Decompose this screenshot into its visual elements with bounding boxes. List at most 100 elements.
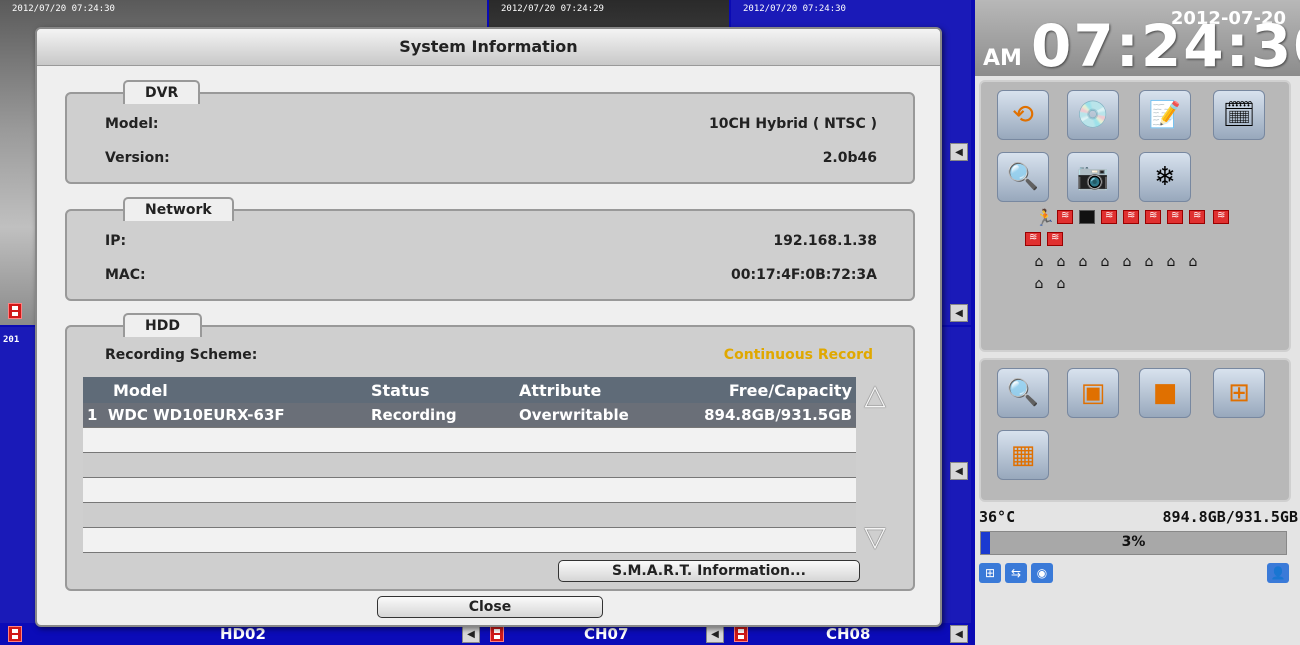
alarm-icon	[1213, 210, 1229, 224]
lock-icon: ⌂	[1034, 276, 1044, 292]
alarm-icon	[1057, 210, 1073, 224]
column-header-status: Status	[367, 377, 515, 403]
model-value: 10CH Hybrid ( NTSC )	[709, 116, 877, 132]
clock-ampm: AM	[983, 46, 1022, 71]
table-row[interactable]	[83, 477, 856, 503]
channel-label: CH08	[826, 625, 871, 643]
lock-icon: ⌂	[1122, 254, 1132, 270]
zoom-icon[interactable]: 🔍	[997, 368, 1049, 418]
channel-label: CH07	[584, 625, 629, 643]
lock-icon: ⌂	[1166, 254, 1176, 270]
speaker-icon[interactable]: ◀	[462, 625, 480, 643]
search-event-icon[interactable]: 🗓	[1213, 90, 1265, 140]
record-indicator-icon	[8, 303, 22, 319]
model-key: Model:	[105, 116, 159, 132]
mac-value: 00:17:4F:0B:72:3A	[731, 267, 877, 283]
scroll-up-icon[interactable]: △	[860, 378, 890, 411]
dvr-group-label: DVR	[123, 80, 201, 104]
usb-icon[interactable]: ⇆	[1005, 563, 1027, 583]
alarm-icon	[1101, 210, 1117, 224]
alarm-icon	[1189, 210, 1205, 224]
alarm-icon	[1123, 210, 1139, 224]
single-layout-icon[interactable]: ■	[1139, 368, 1191, 418]
column-header-capacity: Free/Capacity	[673, 377, 856, 403]
setup-icon[interactable]: 📝	[1139, 90, 1191, 140]
alarm-icon	[1145, 210, 1161, 224]
config-icon[interactable]: ❄	[1139, 152, 1191, 202]
record-indicator-icon	[8, 626, 22, 642]
close-button[interactable]: Close	[377, 596, 603, 618]
hdd-table: Model Status Attribute Free/Capacity 1 W…	[83, 377, 856, 553]
speaker-icon[interactable]: ◀	[950, 304, 968, 322]
table-row[interactable]	[83, 527, 856, 553]
hdd-attribute: Overwritable	[515, 403, 673, 428]
hdd-model-cell: 1 WDC WD10EURX-63F	[83, 403, 367, 428]
dialog-title: System Information	[37, 29, 940, 66]
speaker-icon[interactable]: ◀	[950, 625, 968, 643]
pip-layout-icon[interactable]: ▣	[1067, 368, 1119, 418]
hdd-group: HDD Recording Scheme: Continuous Record …	[65, 313, 915, 591]
camera-timestamp: 2012/07/20 07:24:30	[12, 4, 115, 14]
backup-icon[interactable]: 💿	[1067, 90, 1119, 140]
user-icon[interactable]: 👤	[1267, 563, 1289, 583]
system-information-dialog: System Information DVR Model: 10CH Hybri…	[35, 27, 942, 627]
network-group: Network IP: 192.168.1.38 MAC: 00:17:4F:0…	[65, 197, 915, 301]
camera-timestamp: 2012/07/20 07:24:30	[743, 4, 846, 14]
table-row[interactable]	[83, 427, 856, 453]
dvr-group: DVR Model: 10CH Hybrid ( NTSC ) Version:…	[65, 80, 915, 184]
lock-icon: ⌂	[1078, 254, 1088, 270]
network-group-label: Network	[123, 197, 234, 221]
hdd-model: WDC WD10EURX-63F	[107, 406, 285, 424]
video-loss-icon	[1079, 210, 1095, 224]
hdd-table-header: Model Status Attribute Free/Capacity	[83, 377, 856, 403]
scroll-down-icon[interactable]: ▽	[860, 520, 890, 553]
lock-icon: ⌂	[1056, 254, 1066, 270]
speaker-icon[interactable]: ◀	[706, 625, 724, 643]
table-row[interactable]: 1 WDC WD10EURX-63F Recording Overwritabl…	[83, 403, 856, 428]
recording-scheme-value: Continuous Record	[723, 347, 873, 363]
camera-timestamp: 2012/07/20 07:24:29	[501, 4, 604, 14]
lock-icon: ⌂	[1144, 254, 1154, 270]
smart-information-button[interactable]: S.M.A.R.T. Information...	[558, 560, 860, 582]
lock-icon: ⌂	[1056, 276, 1066, 292]
recording-scheme-key: Recording Scheme:	[105, 347, 258, 363]
disc-icon[interactable]: ◉	[1031, 563, 1053, 583]
temperature: 36°C	[979, 508, 1016, 526]
version-key: Version:	[105, 150, 170, 166]
hdd-group-label: HDD	[123, 313, 202, 337]
hdd-index: 1	[87, 406, 98, 424]
side-panel: 2012-07-20 AM 07:24:30 ⟲ 💿 📝 🗓 🔍 📷 ❄ 🏃 ⌂…	[975, 0, 1300, 645]
camera-label: 201	[3, 335, 20, 345]
record-indicator-icon	[490, 626, 504, 642]
playback-icon[interactable]: ⟲	[997, 90, 1049, 140]
speaker-icon[interactable]: ◀	[950, 143, 968, 161]
mac-key: MAC:	[105, 267, 146, 283]
motion-icon: 🏃	[1035, 208, 1055, 227]
network-icon[interactable]: ⊞	[979, 563, 1001, 583]
table-row[interactable]	[83, 452, 856, 478]
speaker-icon[interactable]: ◀	[950, 462, 968, 480]
clock: 2012-07-20 AM 07:24:30	[975, 0, 1300, 80]
main-menu-panel: ⟲ 💿 📝 🗓 🔍 📷 ❄ 🏃 ⌂ ⌂ ⌂ ⌂ ⌂ ⌂ ⌂ ⌂ ⌂ ⌂	[979, 80, 1291, 352]
lock-icon: ⌂	[1188, 254, 1198, 270]
column-header-model: Model	[83, 377, 367, 403]
version-value: 2.0b46	[822, 150, 877, 166]
record-indicator-icon	[734, 626, 748, 642]
hdd-status: Recording	[367, 403, 515, 428]
disk-usage: 894.8GB/931.5GB	[1162, 508, 1298, 526]
system-info-icon[interactable]: 🔍	[997, 152, 1049, 202]
ip-value: 192.168.1.38	[773, 233, 877, 249]
clock-time: 07:24:30	[1031, 12, 1300, 80]
camera-icon[interactable]: 📷	[1067, 152, 1119, 202]
hdd-capacity: 894.8GB/931.5GB	[673, 403, 856, 428]
alarm-icon	[1047, 232, 1063, 246]
grid-layout-icon[interactable]: ▦	[997, 430, 1049, 480]
disk-usage-percent: 3%	[1121, 534, 1146, 550]
channel-label: HD02	[220, 625, 266, 643]
lock-icon: ⌂	[1100, 254, 1110, 270]
quad-layout-icon[interactable]: ⊞	[1213, 368, 1265, 418]
alarm-icon	[1025, 232, 1041, 246]
table-row[interactable]	[83, 502, 856, 528]
ip-key: IP:	[105, 233, 127, 249]
alarm-icon	[1167, 210, 1183, 224]
